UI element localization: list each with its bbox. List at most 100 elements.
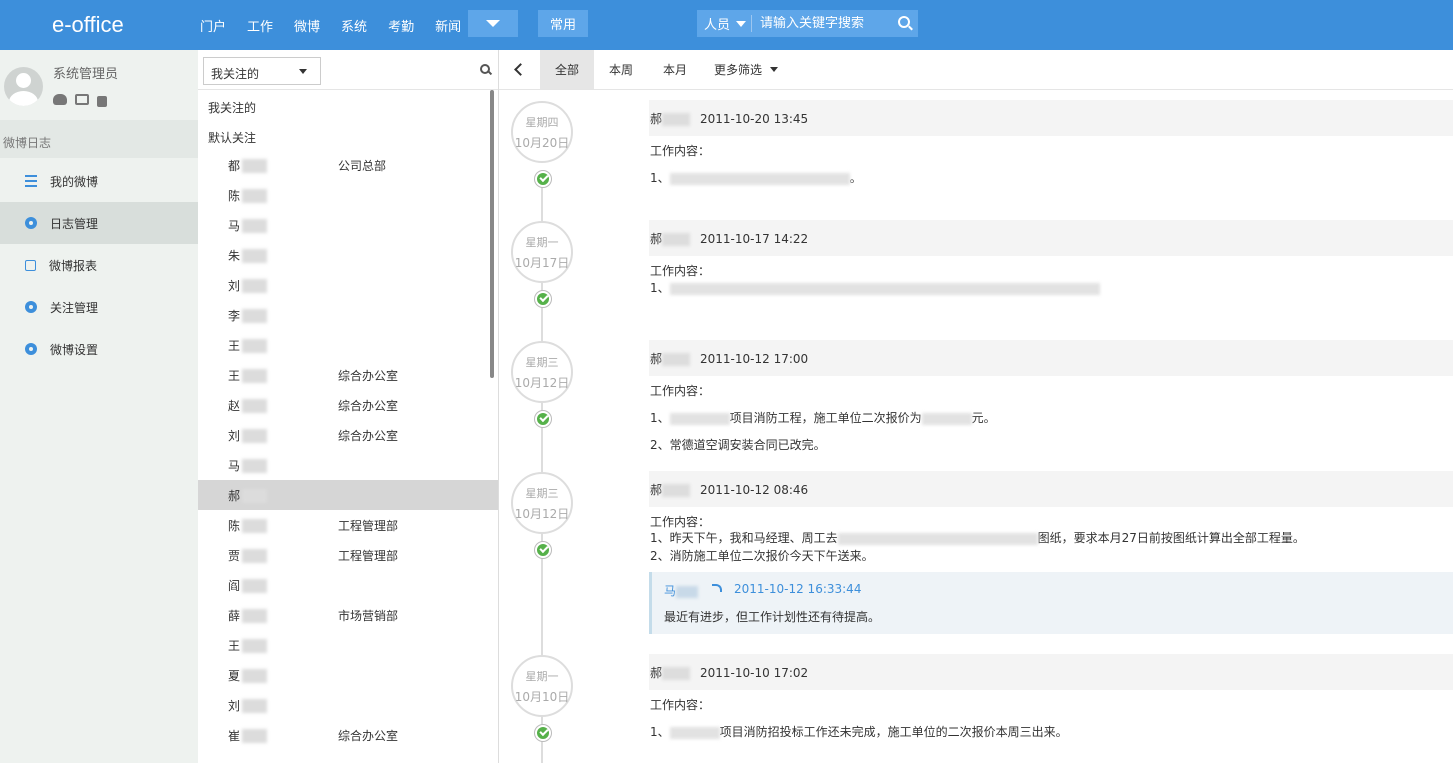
- entry-label: 工作内容：: [650, 264, 711, 278]
- list-item[interactable]: 李: [198, 300, 498, 330]
- redacted-text: [662, 667, 691, 680]
- nav-item-attendance[interactable]: 考勤: [388, 16, 414, 35]
- entry-header: 郝 2011-10-12 08:46: [649, 471, 1453, 507]
- sidebar-item-my-weibo[interactable]: 我的微博: [0, 160, 198, 202]
- weekday: 星期一: [525, 236, 559, 249]
- sidebar-item-weibo-settings[interactable]: 微博设置: [0, 328, 198, 370]
- list-item[interactable]: 刘: [198, 270, 498, 300]
- person-name: 薛: [198, 607, 338, 624]
- reply-icon[interactable]: [712, 584, 722, 592]
- tab-this-month[interactable]: 本月: [648, 50, 702, 89]
- list-icon: [25, 175, 37, 187]
- list-item[interactable]: 都公司总部: [198, 150, 498, 180]
- redacted-text: [662, 233, 691, 246]
- nav-item-portal[interactable]: 门户: [200, 16, 226, 35]
- redacted-text: [242, 549, 268, 563]
- redacted-text: [242, 459, 268, 473]
- redacted-text: [242, 219, 268, 233]
- redacted-text: [242, 399, 268, 413]
- common-button[interactable]: 常用: [538, 10, 588, 37]
- redacted-text: [669, 282, 1100, 295]
- author[interactable]: 郝: [650, 352, 662, 366]
- redacted-text: [662, 113, 691, 126]
- list-item[interactable]: 崔综合办公室: [198, 720, 498, 750]
- nav-item-weibo[interactable]: 微博: [294, 16, 320, 35]
- person-name: 夏: [198, 667, 338, 684]
- nav-item-work[interactable]: 工作: [247, 16, 273, 35]
- list-item[interactable]: 王: [198, 630, 498, 660]
- person-dept: 工程管理部: [338, 518, 399, 533]
- person-name: 陈: [198, 187, 338, 204]
- list-item[interactable]: 夏: [198, 660, 498, 690]
- list-item[interactable]: 郝: [198, 480, 498, 510]
- date: 10月20日: [514, 136, 570, 150]
- author[interactable]: 郝: [650, 666, 662, 680]
- sidebar-item-weibo-report[interactable]: 微博报表: [0, 244, 198, 286]
- list-item[interactable]: 薛市场营销部: [198, 600, 498, 630]
- entry-line: 1、。: [650, 171, 862, 185]
- list-item[interactable]: 贾工程管理部: [198, 540, 498, 570]
- entry-label: 工作内容：: [650, 515, 711, 529]
- group-default[interactable]: 默认关注: [198, 120, 498, 150]
- check-icon: [535, 171, 551, 187]
- redacted-text: [242, 249, 268, 263]
- author[interactable]: 郝: [650, 112, 662, 126]
- gear-icon: [25, 301, 37, 313]
- avatar[interactable]: [4, 67, 43, 106]
- cloud-icon[interactable]: [53, 94, 67, 105]
- follow-list: 我关注的 默认关注 都公司总部陈马朱刘李王王综合办公室赵综合办公室刘综合办公室马…: [198, 90, 498, 750]
- group-my-following[interactable]: 我关注的: [198, 90, 498, 120]
- user-actions: [53, 94, 107, 107]
- tab-more-filters[interactable]: 更多筛选: [702, 50, 790, 89]
- person-dept: 综合办公室: [338, 728, 399, 743]
- entry-line: 2、消防施工单位二次报价今天下午送来。: [650, 549, 874, 563]
- list-item[interactable]: 陈: [198, 180, 498, 210]
- list-item[interactable]: 马: [198, 450, 498, 480]
- person-name: 李: [198, 307, 338, 324]
- list-item[interactable]: 陈工程管理部: [198, 510, 498, 540]
- entry-label: 工作内容：: [650, 384, 711, 398]
- author[interactable]: 郝: [650, 232, 662, 246]
- list-item[interactable]: 朱: [198, 240, 498, 270]
- list-item[interactable]: 王综合办公室: [198, 360, 498, 390]
- tab-this-week[interactable]: 本周: [594, 50, 648, 89]
- redacted-text: [242, 639, 268, 653]
- redacted-text: [242, 369, 268, 383]
- sidebar-item-follow-management[interactable]: 关注管理: [0, 286, 198, 328]
- redacted-text: [242, 609, 268, 623]
- back-icon[interactable]: [514, 63, 527, 76]
- sidebar-item-log-management[interactable]: 日志管理: [0, 202, 198, 244]
- list-item[interactable]: 阎: [198, 570, 498, 600]
- list-item[interactable]: 马: [198, 210, 498, 240]
- redacted-text: [669, 726, 720, 739]
- people-list: 都公司总部陈马朱刘李王王综合办公室赵综合办公室刘综合办公室马郝陈工程管理部贾工程…: [198, 150, 498, 750]
- redacted-text: [242, 159, 268, 173]
- search-type-select[interactable]: 人员: [697, 15, 752, 33]
- author[interactable]: 郝: [650, 483, 662, 497]
- lock-icon[interactable]: [97, 96, 107, 107]
- logout-icon[interactable]: [75, 94, 89, 105]
- nav-more-button[interactable]: [468, 10, 518, 37]
- tab-all[interactable]: 全部: [540, 50, 594, 89]
- list-item[interactable]: 刘: [198, 690, 498, 720]
- search-icon[interactable]: [898, 16, 910, 28]
- search-icon[interactable]: [480, 64, 490, 74]
- main-nav: 门户 工作 微博 系统 考勤 新闻: [200, 0, 482, 50]
- check-icon: [535, 411, 551, 427]
- comment-author[interactable]: 马: [664, 582, 699, 599]
- entry-label: 工作内容：: [650, 698, 711, 712]
- log-timeline-panel: 全部 本周 本月 更多筛选 星期四 10月20日郝 2011-10-20 13:45…: [499, 50, 1453, 763]
- follow-filter-select[interactable]: 我关注的: [203, 57, 321, 85]
- follow-panel: 我关注的 我关注的 默认关注 都公司总部陈马朱刘李王王综合办公室赵综合办公室刘综…: [198, 50, 499, 763]
- date: 10月12日: [514, 507, 570, 521]
- search-input[interactable]: [760, 16, 900, 31]
- list-item[interactable]: 赵综合办公室: [198, 390, 498, 420]
- redacted-text: [837, 532, 1038, 545]
- scrollbar[interactable]: [490, 90, 494, 378]
- nav-item-news[interactable]: 新闻: [435, 16, 461, 35]
- list-item[interactable]: 刘综合办公室: [198, 420, 498, 450]
- nav-item-system[interactable]: 系统: [341, 16, 367, 35]
- list-item[interactable]: 王: [198, 330, 498, 360]
- person-dept: 综合办公室: [338, 368, 399, 383]
- app-logo[interactable]: e-office: [52, 12, 124, 38]
